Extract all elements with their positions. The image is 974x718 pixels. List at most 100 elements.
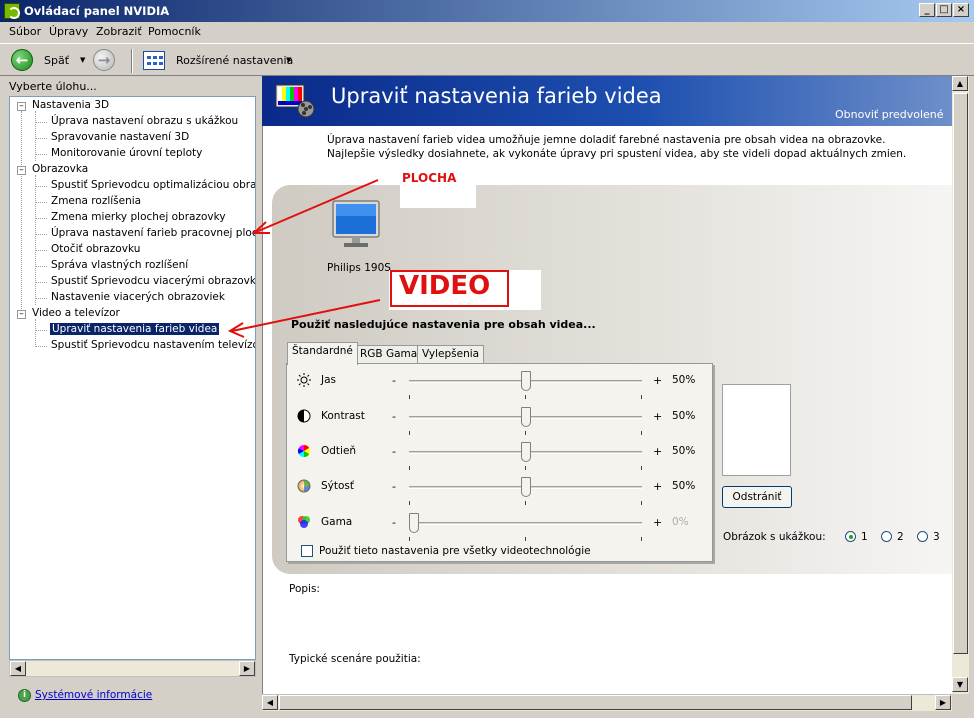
brightness-icon [297,373,311,387]
slider-ticks [409,466,642,470]
monitor-icon[interactable] [332,200,380,250]
tree-item-manage-3d[interactable]: Spravovanie nastavení 3D [51,131,189,143]
tree-item-image-preview[interactable]: Úprava nastavení obrazu s ukážkou [51,115,238,127]
toolbar-separator [131,49,133,73]
content-scroll-left-icon[interactable]: ◀ [262,695,278,710]
slider-plus[interactable]: + [653,374,662,387]
nvidia-app-icon [4,3,20,19]
slider-plus[interactable]: + [653,445,662,458]
back-arrow-icon[interactable]: ← [11,49,33,71]
apply-all-label[interactable]: Použiť tieto nastavenia pre všetky video… [319,545,591,557]
tree-item-rotate[interactable]: Otočiť obrazovku [51,243,140,255]
menu-edit[interactable]: Úpravy [49,25,88,38]
sample-radio-3-label[interactable]: 3 [933,531,940,543]
tree-item-scaling[interactable]: Zmena mierky plochej obrazovky [51,211,226,223]
slider-thumb[interactable] [409,513,419,533]
vertical-scroll-thumb[interactable] [953,93,968,654]
slider-thumb[interactable] [521,442,531,462]
tree-item-video-color[interactable]: Upraviť nastavenia farieb videa [50,323,220,335]
video-color-icon [275,84,315,118]
apply-heading: Použiť nasledujúce nastavenia pre obsah … [291,318,596,331]
slider-row-3: Sýtosť - +50% [287,474,714,505]
slider-thumb[interactable] [521,407,531,427]
scroll-up-icon[interactable]: ▲ [952,76,968,91]
tree-horizontal-scrollbar[interactable]: ◀ ▶ [9,660,256,677]
content-scroll-right-icon[interactable]: ▶ [935,695,951,710]
tree-group-display[interactable]: Obrazovka [32,163,88,175]
collapse-display-icon[interactable]: – [17,166,26,175]
slider-minus[interactable]: - [392,374,396,387]
gamma-icon [297,515,311,529]
slider-thumb[interactable] [521,371,531,391]
page-title: Upraviť nastavenia farieb videa [331,84,662,108]
slider-plus[interactable]: + [653,516,662,529]
slider-plus[interactable]: + [653,410,662,423]
advanced-settings-icon[interactable] [143,51,165,70]
tree-item-temperature[interactable]: Monitorovanie úrovní teploty [51,147,202,159]
remove-button[interactable]: Odstrániť [722,486,792,508]
tree-item-optimization-wizard[interactable]: Spustiť Sprievodcu optimalizáciou obrazo… [51,179,255,191]
slider-label: Sýtosť [321,480,355,492]
slider-minus[interactable]: - [392,516,396,529]
task-tree: – Nastavenia 3D Úprava nastavení obrazu … [9,96,256,660]
slider-label: Jas [321,374,337,386]
slider-row-2: Odtieň - +50% [287,439,714,470]
back-button-label[interactable]: Späť [44,54,69,67]
sample-radio-2[interactable] [881,531,892,542]
apply-all-checkbox[interactable] [301,545,313,557]
window-title: Ovládací panel NVIDIA [24,4,170,18]
slider-plus[interactable]: + [653,480,662,493]
intro-text: Úprava nastavení farieb videa umožňuje j… [327,134,907,160]
back-dropdown-icon[interactable]: ▼ [80,56,85,64]
slider-value: 50% [672,445,696,457]
menu-view[interactable]: Zobraziť [96,25,142,38]
scroll-right-icon[interactable]: ▶ [239,661,255,676]
tree-item-multi-display-setup[interactable]: Nastavenie viacerých obrazoviek [51,291,225,303]
sample-radio-1-label[interactable]: 1 [861,531,868,543]
horizontal-scroll-thumb[interactable] [279,695,912,710]
tree-item-desktop-color[interactable]: Úprava nastavení farieb pracovnej plochy [51,227,255,239]
slider-track[interactable] [409,522,642,525]
close-button[interactable]: × [953,3,969,17]
tree-item-tv-wizard[interactable]: Spustiť Sprievodcu nastavením televízora [51,339,255,351]
advanced-dropdown-icon[interactable]: ▼ [286,56,291,64]
slider-minus[interactable]: - [392,410,396,423]
sample-radio-3[interactable] [917,531,928,542]
system-info-link[interactable]: Systémové informácie [35,689,152,701]
tab-rgb-gamma[interactable]: RGB Gama [355,345,423,364]
tree-item-multi-display-wizard[interactable]: Spustiť Sprievodcu viacerými obrazovkami [51,275,255,287]
sample-preview [722,384,791,476]
slider-minus[interactable]: - [392,445,396,458]
system-info-icon[interactable]: i [18,689,31,702]
sample-radio-2-label[interactable]: 2 [897,531,904,543]
slider-label: Kontrast [321,410,365,422]
tree-item-custom-resolutions[interactable]: Správa vlastných rozlíšení [51,259,188,271]
slider-minus[interactable]: - [392,480,396,493]
scroll-left-icon[interactable]: ◀ [10,661,26,676]
collapse-video-icon[interactable]: – [17,310,26,319]
menu-help[interactable]: Pomocník [148,25,201,38]
slider-row-1: Kontrast - +50% [287,404,714,435]
menu-file[interactable]: Súbor [9,25,41,38]
sample-image-label: Obrázok s ukážkou: [723,531,826,543]
advanced-settings-button[interactable]: Rozšírené nastavenia [176,54,293,67]
tree-item-resolution[interactable]: Zmena rozlíšenia [51,195,141,207]
maximize-button[interactable]: □ [936,3,952,17]
plocha-annotation: PLOCHA [402,171,457,185]
tab-enhancements[interactable]: Vylepšenia [417,345,485,364]
slider-thumb[interactable] [521,477,531,497]
sample-radio-1[interactable] [845,531,856,542]
collapse-3d-icon[interactable]: – [17,102,26,111]
monitor-label: Philips 190S [327,262,391,274]
scroll-down-icon[interactable]: ▼ [952,677,968,692]
standard-tab-panel: Jas - +50% Kontrast - +50% Odtieň - +50% Sýtosť - +… [286,363,713,562]
restore-defaults-link[interactable]: Obnoviť predvolené [835,108,944,121]
minimize-button[interactable]: _ [919,3,935,17]
forward-arrow-icon[interactable]: → [93,49,115,71]
tab-standard[interactable]: Štandardné [287,342,358,365]
slider-row-0: Jas - +50% [287,368,714,399]
saturation-icon [297,479,311,493]
tree-group-3d[interactable]: Nastavenia 3D [32,99,109,111]
tree-group-video[interactable]: Video a televízor [32,307,120,319]
slider-ticks [409,395,642,399]
